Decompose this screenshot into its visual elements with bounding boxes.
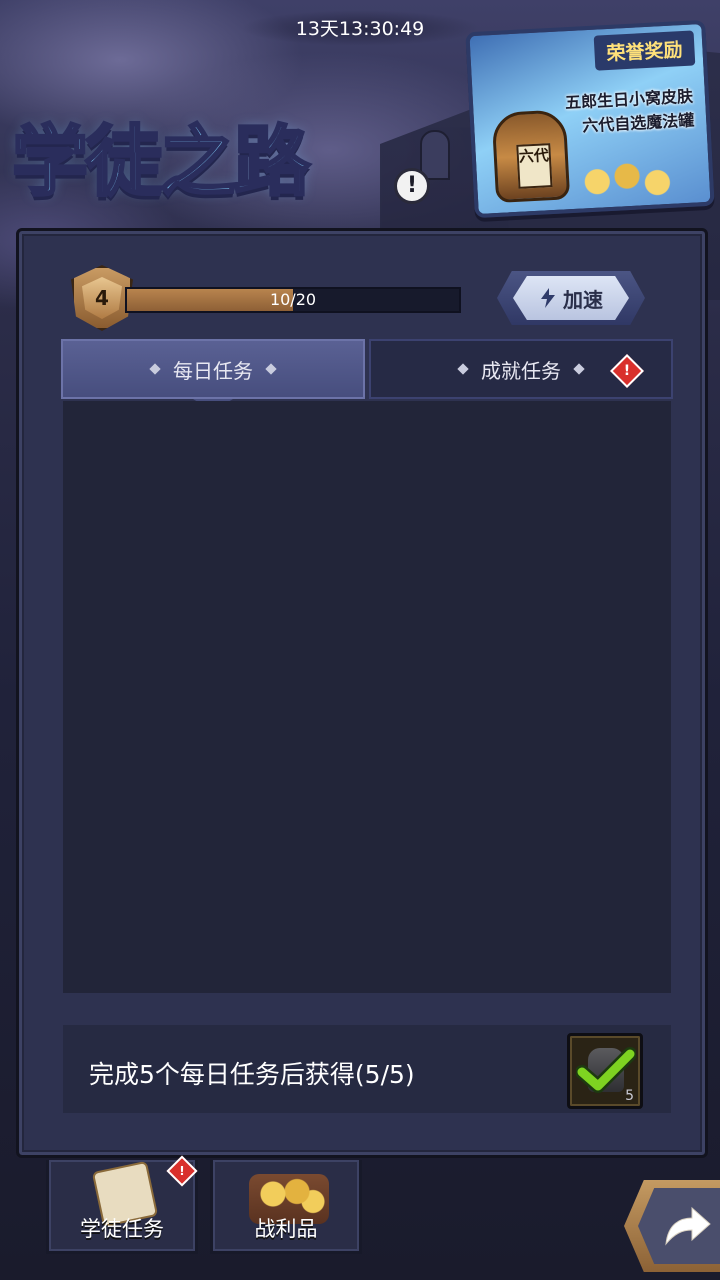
return-arrow-icon: [665, 1206, 711, 1246]
back-button-face: [638, 1188, 720, 1264]
page-title: 学徒之路: [11, 116, 312, 208]
task-list: [63, 401, 671, 993]
level-value: 4: [82, 277, 122, 319]
level-progress-text: 10/20: [269, 290, 317, 309]
diamond-icon: [573, 363, 585, 375]
nav-loot[interactable]: 战利品: [210, 1160, 362, 1254]
speed-up-label: 加速: [563, 287, 603, 312]
tab-daily-label: 每日任务: [173, 358, 253, 383]
daily-reward-row: 完成5个每日任务后获得(5/5) 5: [63, 1025, 671, 1113]
nav-loot-label: 战利品: [254, 1217, 318, 1241]
daily-reward-text: 完成5个每日任务后获得(5/5): [89, 1060, 415, 1089]
jar-label: 六代: [516, 143, 553, 189]
speed-up-button-face: 加速: [513, 276, 629, 320]
tab-achievement-label: 成就任务: [481, 358, 561, 383]
diamond-icon: [265, 363, 277, 375]
item-count: 5: [625, 1088, 634, 1104]
level-progress-bar: 10/20: [125, 287, 461, 313]
daily-reward-item[interactable]: 5: [567, 1033, 643, 1109]
speed-up-button[interactable]: 加速: [497, 271, 645, 325]
diamond-icon: [149, 363, 161, 375]
honor-reward-card[interactable]: 荣誉奖励 五郎生日小窝皮肤 六代自选魔法罐 六代: [465, 19, 715, 219]
tab-daily-tasks[interactable]: 每日任务: [61, 339, 365, 411]
tab-achievement-tasks[interactable]: 成就任务 !: [369, 339, 673, 399]
task-tabs: 每日任务 成就任务 !: [61, 339, 673, 411]
bolt-icon: [541, 288, 555, 308]
info-icon[interactable]: !: [394, 168, 430, 204]
nav-apprentice-tasks-label: 学徒任务: [80, 1217, 164, 1241]
magic-jar-icon: 六代: [491, 109, 571, 204]
alert-icon: !: [610, 354, 644, 388]
task-panel: 4 10/20 加速 每日任务 成就任务 ! 完成5个每日任务后获得(5/5): [16, 228, 708, 1158]
coins-icon: [572, 156, 695, 203]
alert-icon: !: [166, 1155, 198, 1187]
nav-apprentice-tasks[interactable]: ! 学徒任务: [46, 1155, 198, 1254]
reward-card-title: 荣誉奖励: [593, 30, 696, 71]
diamond-icon: [457, 363, 469, 375]
reward-line-2: 六代自选魔法罐: [581, 110, 695, 136]
back-button[interactable]: [624, 1180, 720, 1272]
level-badge: 4: [71, 265, 133, 331]
